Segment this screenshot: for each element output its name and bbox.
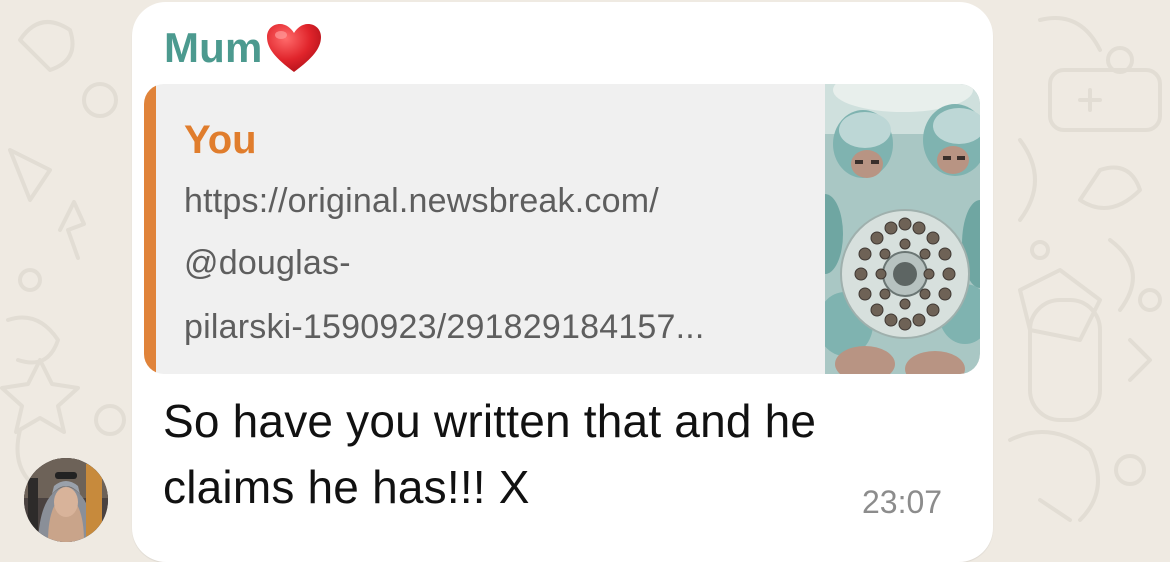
message-timestamp: 23:07 [862, 484, 943, 520]
message-text-line: So have you written that and he [163, 395, 817, 447]
contact-avatar[interactable] [24, 458, 108, 542]
avatar-photo-icon [24, 458, 108, 542]
quote-link-line: @douglas- [184, 244, 351, 282]
quote-link-line: pilarski-1590923/291829184157... [184, 308, 705, 346]
quote-link-line: https://original.newsbreak.com/ [184, 182, 659, 220]
quoted-reply[interactable]: You https://original.newsbreak.com/ @dou… [144, 84, 980, 374]
sender-name: Mum [164, 18, 323, 78]
message-text-line: claims he has!!! X [163, 461, 530, 513]
quote-author: You [184, 118, 257, 162]
red-heart-icon [265, 22, 323, 74]
surgeons-operating-light-photo-icon [825, 84, 980, 374]
quote-accent-bar [144, 84, 156, 374]
sender-name-text: Mum [164, 24, 263, 71]
quote-thumbnail[interactable] [825, 84, 980, 374]
